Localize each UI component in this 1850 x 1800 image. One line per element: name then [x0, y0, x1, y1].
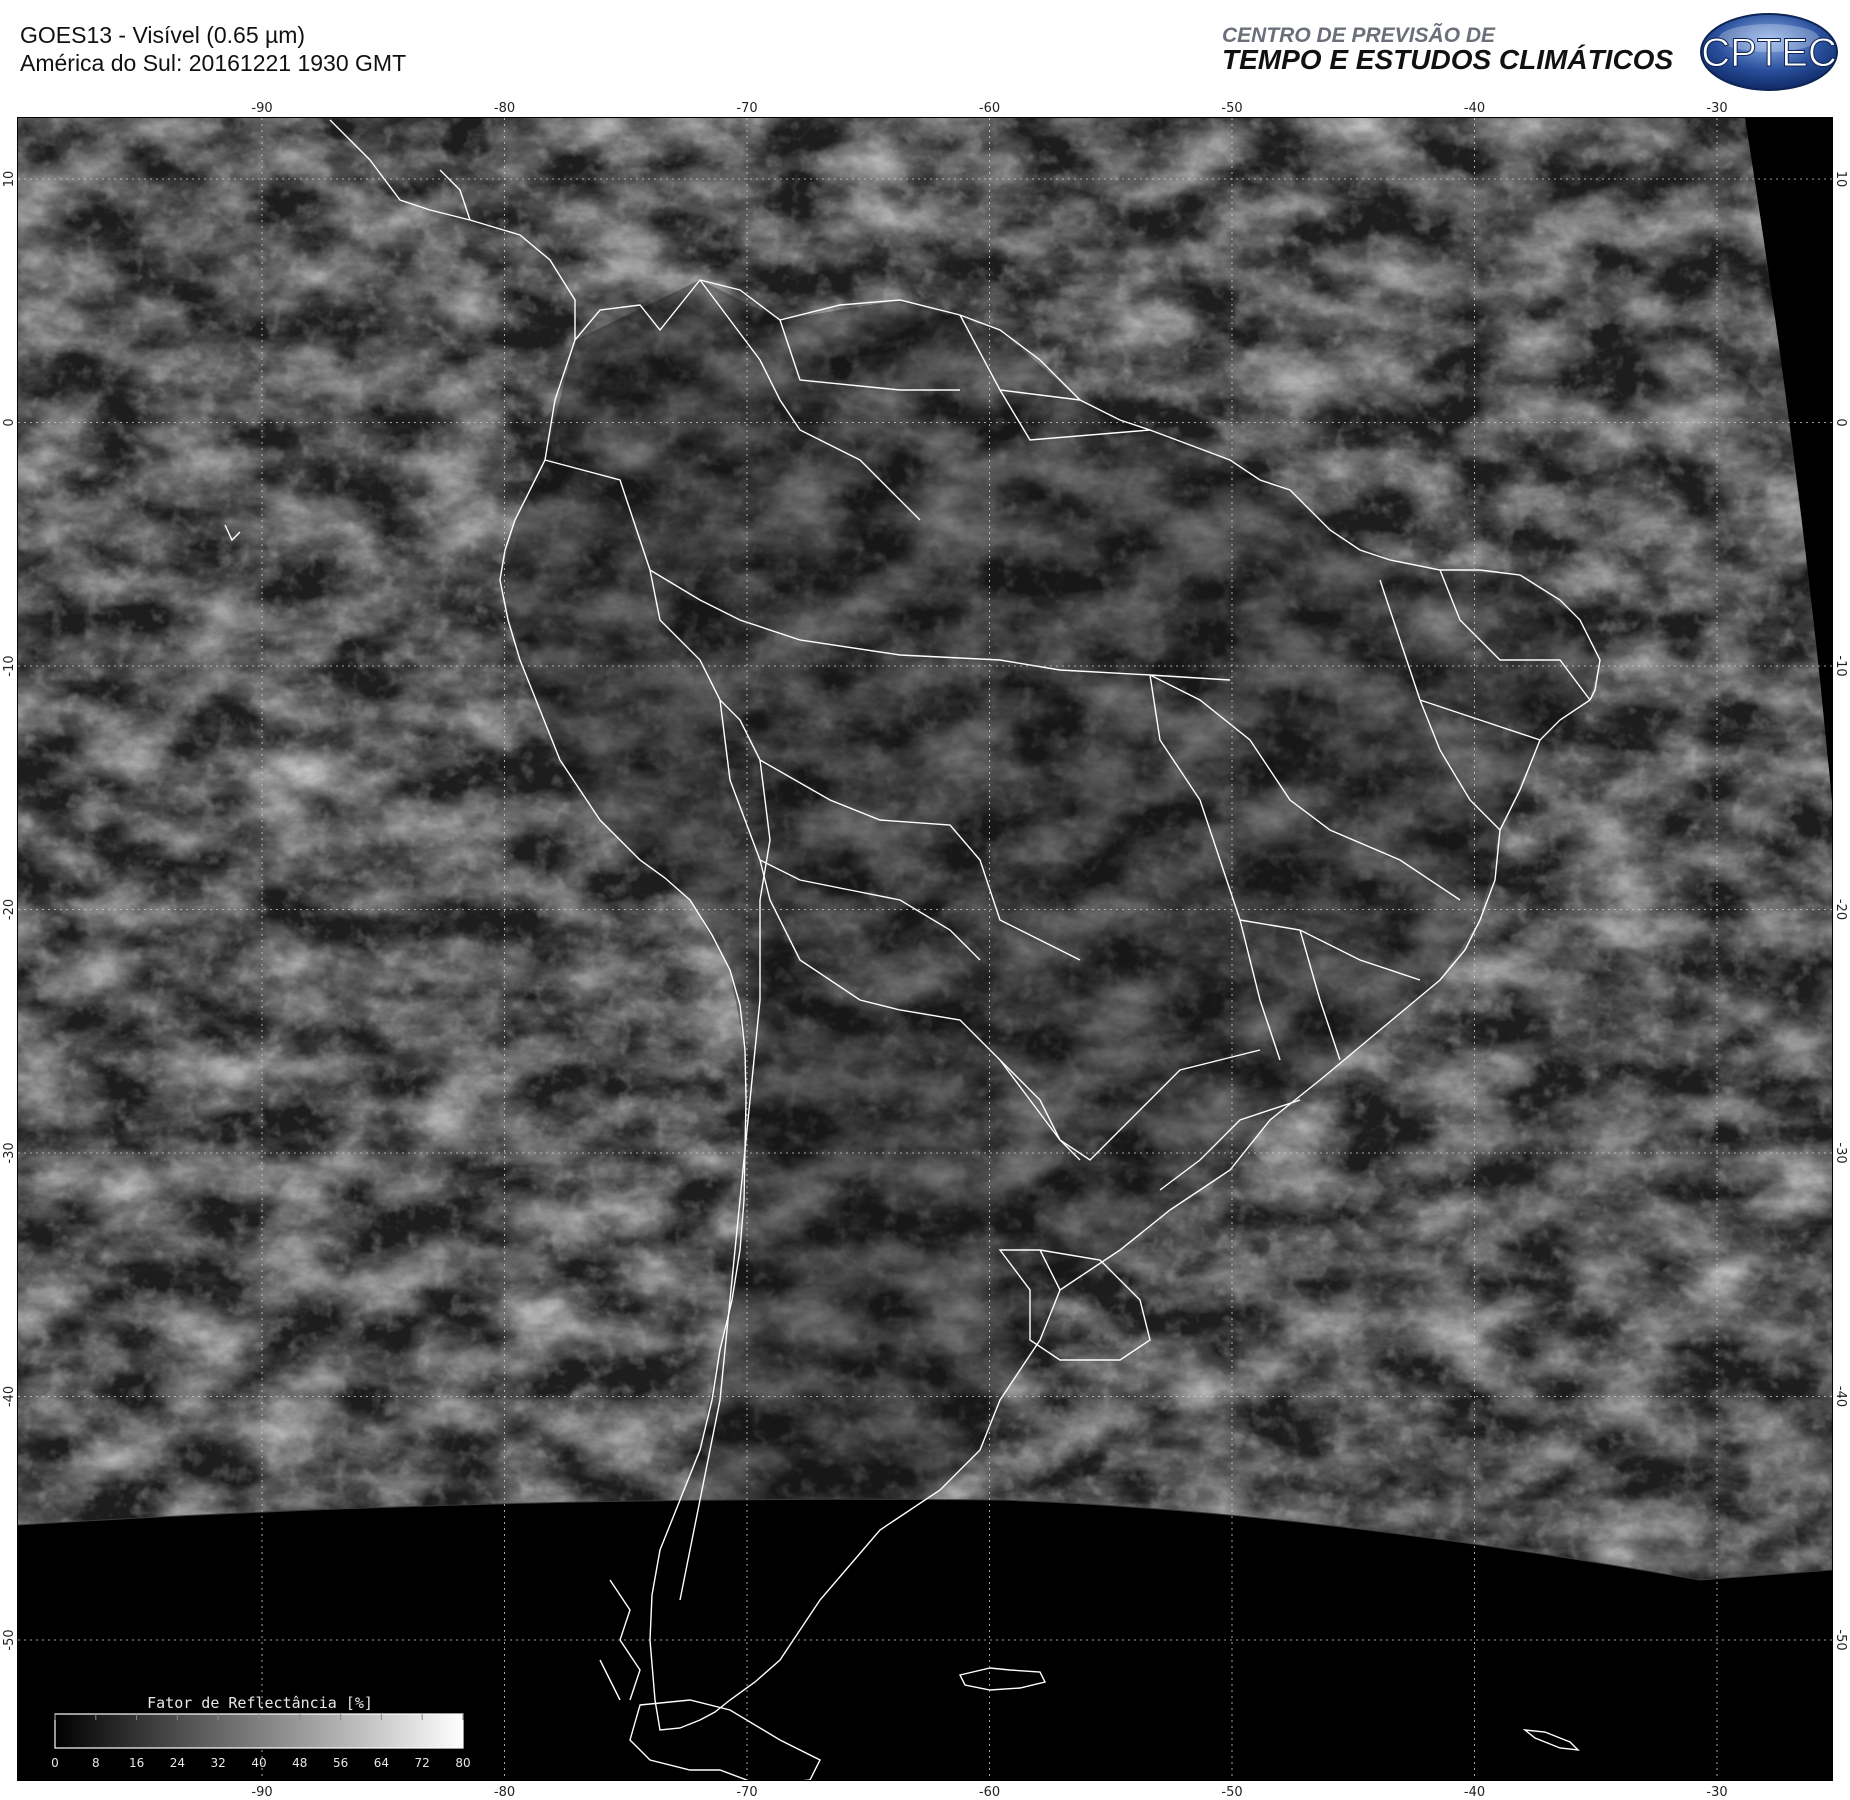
- lon-label-bottom: -90: [251, 1785, 272, 1800]
- lon-label-top: -70: [736, 101, 757, 116]
- org-name-line2: TEMPO E ESTUDOS CLIMÁTICOS: [1222, 44, 1674, 75]
- lon-label-top: -80: [494, 101, 515, 116]
- colorbar-tick-label: 8: [92, 1756, 100, 1770]
- header: GOES13 - Visível (0.65 µm) América do Su…: [0, 0, 1850, 100]
- lon-label-bottom: -30: [1706, 1785, 1727, 1800]
- colorbar-tick-label: 40: [251, 1756, 266, 1770]
- cptec-logo: CPTEC: [1700, 13, 1838, 91]
- lon-label-top: -30: [1706, 101, 1727, 116]
- lon-label-top: -50: [1221, 101, 1242, 116]
- lon-label-top: -90: [251, 101, 272, 116]
- colorbar-tick-label: 72: [415, 1756, 430, 1770]
- lon-label-top: -40: [1464, 101, 1485, 116]
- lat-label-left: -20: [2, 899, 17, 920]
- region-datetime: América do Sul: 20161221 1930 GMT: [20, 50, 407, 76]
- colorbar-tick-label: 56: [333, 1756, 348, 1770]
- colorbar-title: Fator de Reflectância [%]: [147, 1694, 373, 1712]
- colorbar-tick-label: 48: [292, 1756, 307, 1770]
- lat-label-right: 0: [1833, 418, 1848, 426]
- lat-label-right: -30: [1833, 1142, 1848, 1163]
- lon-label-bottom: -60: [979, 1785, 1000, 1800]
- colorbar-tick-label: 0: [51, 1756, 59, 1770]
- lat-label-left: -50: [2, 1629, 17, 1650]
- lat-label-left: -10: [2, 655, 17, 676]
- product-title: GOES13 - Visível (0.65 µm): [20, 22, 306, 48]
- lat-label-right: 10: [1833, 171, 1848, 188]
- colorbar-tick-label: 32: [211, 1756, 226, 1770]
- lon-label-bottom: -70: [736, 1785, 757, 1800]
- lat-label-right: -10: [1833, 655, 1848, 676]
- lon-label-bottom: -80: [494, 1785, 515, 1800]
- logo-text: CPTEC: [1701, 31, 1837, 75]
- lat-label-left: 0: [2, 418, 17, 426]
- colorbar-tick-label: 80: [455, 1756, 470, 1770]
- lat-label-right: -40: [1833, 1386, 1848, 1407]
- lat-label-left: -40: [2, 1386, 17, 1407]
- lat-label-left: 10: [2, 171, 17, 188]
- lat-label-left: -30: [2, 1142, 17, 1163]
- colorbar-tick-label: 64: [374, 1756, 389, 1770]
- lat-label-right: -20: [1833, 899, 1848, 920]
- lon-label-bottom: -50: [1221, 1785, 1242, 1800]
- lat-label-right: -50: [1833, 1629, 1848, 1650]
- lon-label-bottom: -40: [1464, 1785, 1485, 1800]
- colorbar-tick-label: 24: [170, 1756, 185, 1770]
- satellite-map: -90 -90 -80 -80 -70 -70 -60 -60 -50 -50 -40 -40 -30 -…: [0, 100, 1850, 1800]
- colorbar-tick-label: 16: [129, 1756, 144, 1770]
- lon-label-top: -60: [979, 101, 1000, 116]
